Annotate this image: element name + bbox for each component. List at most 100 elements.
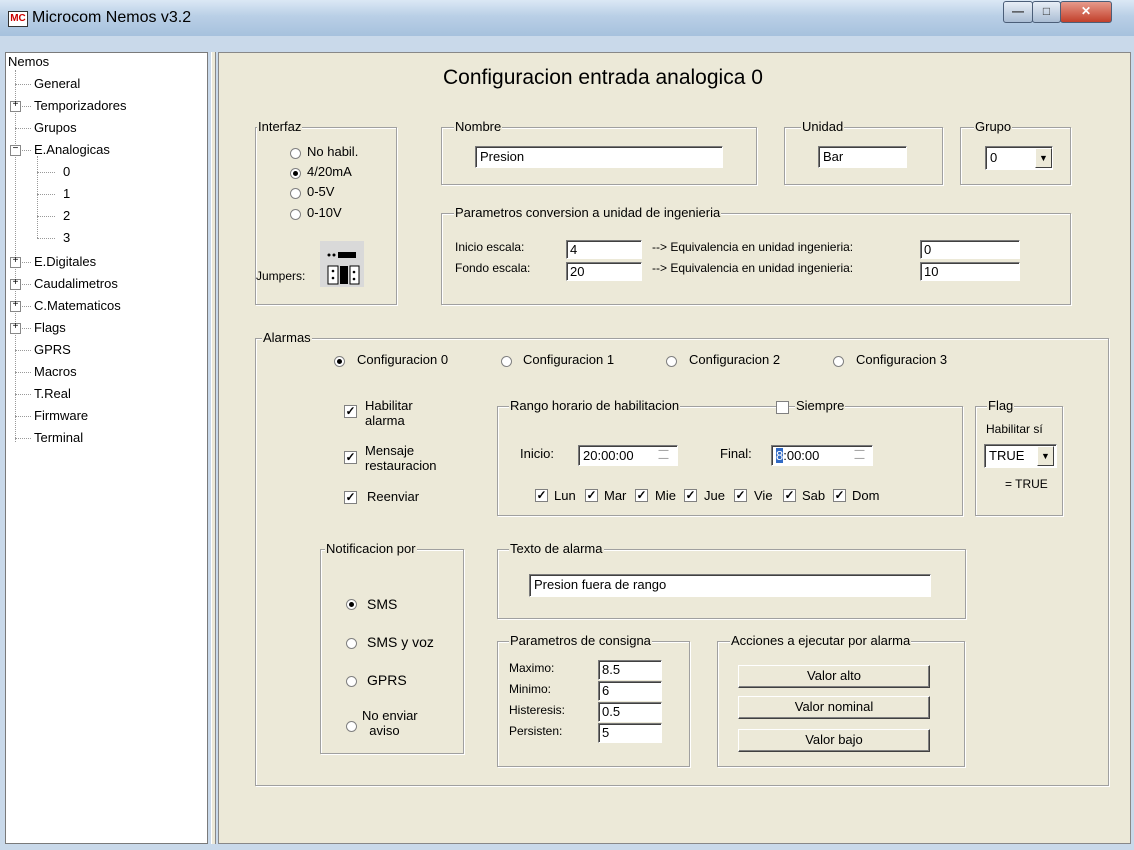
tree-item-t-real[interactable]: T.Real: [34, 386, 71, 401]
habilitar-checkbox[interactable]: ✓: [344, 405, 357, 418]
radio-config-3[interactable]: [833, 356, 844, 367]
maximo-input[interactable]: 8.5: [598, 660, 662, 680]
flag-select-value: TRUE: [989, 448, 1025, 463]
tree-root[interactable]: Nemos: [8, 54, 49, 69]
window-title: Microcom Nemos v3.2: [32, 9, 192, 26]
valor-nominal-button[interactable]: Valor nominal: [738, 696, 930, 719]
texto-alarma-input[interactable]: Presion fuera de rango: [529, 574, 931, 597]
tree-item-c-matematicos[interactable]: C.Matematicos: [34, 298, 121, 313]
day-jue-label: Jue: [704, 488, 725, 503]
tree-item-temporizadores[interactable]: Temporizadores: [34, 98, 127, 113]
chevron-down-icon[interactable]: ▼: [1037, 446, 1054, 466]
tree-item-caudalimetros[interactable]: Caudalimetros: [34, 276, 118, 291]
tree-item-e-analogicas[interactable]: E.Analogicas: [34, 142, 110, 157]
flag-legend: Flag: [987, 398, 1015, 413]
minimo-input[interactable]: 6: [598, 681, 662, 701]
radio-0-5v[interactable]: [290, 188, 301, 199]
flag-group: Flag Habilitar sí TRUE ▼ = TRUE: [975, 398, 1063, 516]
day-dom-checkbox[interactable]: ✓: [833, 489, 846, 502]
tree-item-general[interactable]: General: [34, 76, 80, 91]
day-lun-checkbox[interactable]: ✓: [535, 489, 548, 502]
radio-no-enviar[interactable]: [346, 721, 357, 732]
inicio-time-value: 20:00:00: [583, 448, 634, 463]
collapse-icon[interactable]: −: [10, 145, 21, 156]
siempre-checkbox[interactable]: [776, 401, 789, 414]
radio-4-20ma-label: 4/20mA: [307, 164, 352, 179]
minimize-icon: —: [1012, 4, 1024, 18]
radio-no-habil[interactable]: [290, 148, 301, 159]
tree-item-firmware[interactable]: Firmware: [34, 408, 88, 423]
valor-alto-button[interactable]: Valor alto: [738, 665, 930, 688]
rango-group: Rango horario de habilitacion Siempre In…: [497, 398, 963, 516]
tree-item-gprs[interactable]: GPRS: [34, 342, 71, 357]
equiv-label-1: --> Equivalencia en unidad ingenieria:: [652, 240, 854, 254]
tree-item-analog-2[interactable]: 2: [63, 208, 70, 223]
expand-icon[interactable]: +: [10, 323, 21, 334]
expand-icon[interactable]: +: [10, 257, 21, 268]
fondo-escala-input[interactable]: 20: [566, 262, 642, 281]
unidad-input[interactable]: Bar: [818, 146, 907, 168]
day-mie-checkbox[interactable]: ✓: [635, 489, 648, 502]
mensaje-checkbox[interactable]: ✓: [344, 451, 357, 464]
mensaje-label: Mensaje restauracion: [365, 443, 437, 473]
radio-4-20ma[interactable]: [290, 168, 301, 179]
radio-config-2[interactable]: [666, 356, 677, 367]
nombre-input[interactable]: Presion: [475, 146, 723, 168]
app-icon: MC: [8, 11, 28, 27]
tree-item-e-digitales[interactable]: E.Digitales: [34, 254, 96, 269]
radio-gprs[interactable]: [346, 676, 357, 687]
page-title: Configuracion entrada analogica 0: [443, 66, 763, 89]
chevron-down-icon[interactable]: ▼: [1035, 148, 1052, 168]
final-spin-icon[interactable]: — —: [852, 446, 867, 465]
equiv-1-input[interactable]: 0: [920, 240, 1020, 259]
histeresis-input[interactable]: 0.5: [598, 702, 662, 722]
tree-item-flags[interactable]: Flags: [34, 320, 66, 335]
final-rest-value: :00:00: [783, 448, 820, 463]
radio-no-enviar-label: No enviar aviso: [362, 708, 418, 738]
splitter[interactable]: [211, 52, 216, 844]
radio-config-0[interactable]: [334, 356, 345, 367]
tree-item-analog-3[interactable]: 3: [63, 230, 70, 245]
no-enviar-line2: aviso: [369, 723, 400, 738]
expand-icon[interactable]: +: [10, 101, 21, 112]
equiv-2-input[interactable]: 10: [920, 262, 1020, 281]
day-lun-label: Lun: [554, 488, 576, 503]
valor-bajo-button[interactable]: Valor bajo: [738, 729, 930, 752]
maximize-button[interactable]: □: [1032, 1, 1061, 23]
close-button[interactable]: ✕: [1060, 1, 1112, 23]
texto-legend: Texto de alarma: [509, 541, 604, 556]
day-mie-label: Mie: [655, 488, 676, 503]
day-mar-checkbox[interactable]: ✓: [585, 489, 598, 502]
unidad-group: Unidad Bar: [784, 119, 943, 185]
tree-item-macros[interactable]: Macros: [34, 364, 77, 379]
persisten-input[interactable]: 5: [598, 723, 662, 743]
inicio-escala-label: Inicio escala:: [455, 240, 525, 254]
day-sab-checkbox[interactable]: ✓: [783, 489, 796, 502]
title-bar[interactable]: MC Microcom Nemos v3.2 — □ ✕: [0, 0, 1134, 36]
rango-legend: Rango horario de habilitacion: [509, 398, 681, 413]
close-icon: ✕: [1080, 4, 1092, 18]
fondo-escala-label: Fondo escala:: [455, 261, 531, 275]
tree-item-terminal[interactable]: Terminal: [34, 430, 83, 445]
habilitar-si-label: Habilitar sí: [986, 422, 1043, 436]
expand-icon[interactable]: +: [10, 301, 21, 312]
radio-0-10v[interactable]: [290, 209, 301, 220]
tree-item-analog-1[interactable]: 1: [63, 186, 70, 201]
radio-sms-voz[interactable]: [346, 638, 357, 649]
radio-config-1[interactable]: [501, 356, 512, 367]
expand-icon[interactable]: +: [10, 279, 21, 290]
day-vie-checkbox[interactable]: ✓: [734, 489, 747, 502]
tree-item-grupos[interactable]: Grupos: [34, 120, 77, 135]
persisten-label: Persisten:: [509, 724, 563, 738]
conversion-legend: Parametros conversion a unidad de ingeni…: [454, 205, 722, 220]
inicio-spin-icon[interactable]: — —: [656, 446, 671, 465]
radio-sms-label: SMS: [367, 596, 398, 612]
conversion-group: Parametros conversion a unidad de ingeni…: [441, 205, 1071, 305]
inicio-escala-input[interactable]: 4: [566, 240, 642, 259]
minimize-button[interactable]: —: [1003, 1, 1033, 23]
radio-sms[interactable]: [346, 599, 357, 610]
navigation-tree[interactable]: Nemos General + Temporizadores Grupos − …: [5, 52, 208, 844]
day-jue-checkbox[interactable]: ✓: [684, 489, 697, 502]
reenviar-checkbox[interactable]: ✓: [344, 491, 357, 504]
tree-item-analog-0[interactable]: 0: [63, 164, 70, 179]
